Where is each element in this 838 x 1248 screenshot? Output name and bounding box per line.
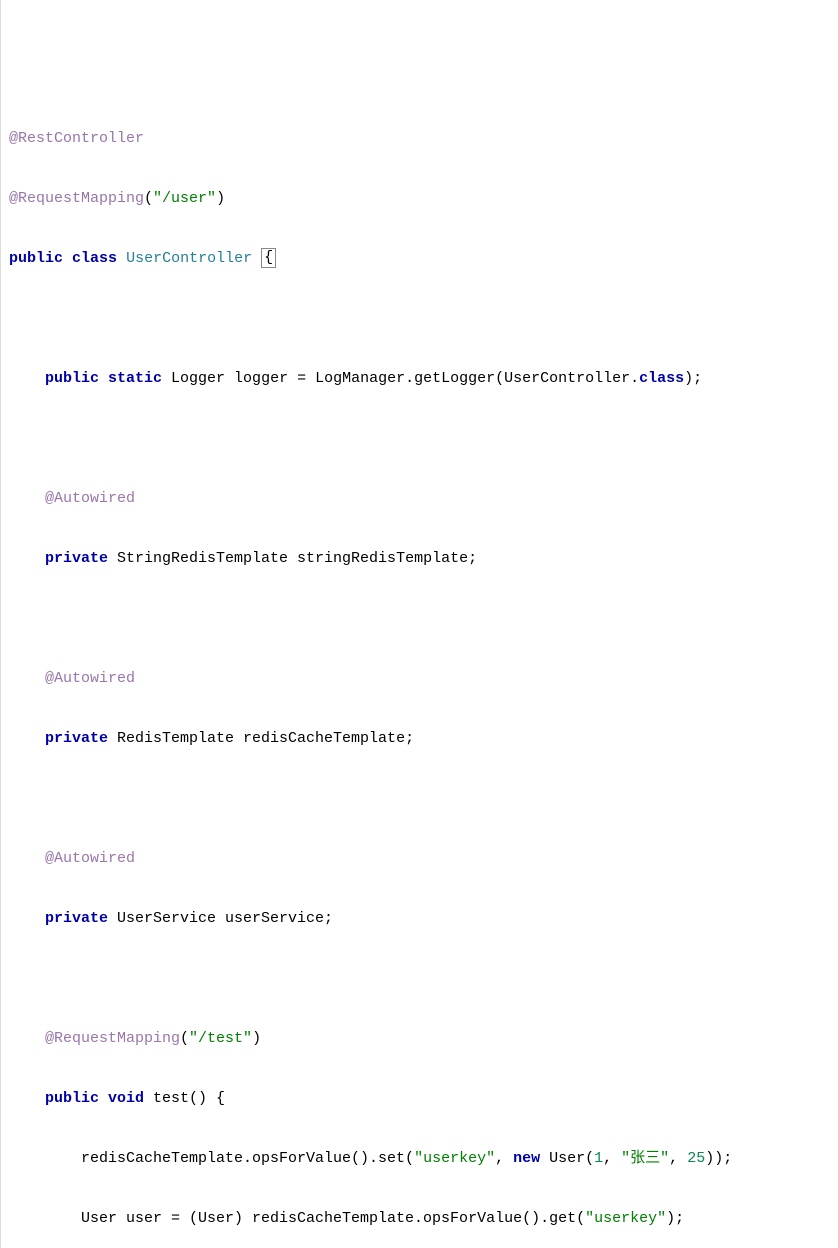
keyword-token: class — [72, 250, 117, 267]
code-token: redisCacheTemplate.opsForValue().set( — [81, 1150, 414, 1167]
code-token: ); — [666, 1210, 684, 1227]
code-block: @RestController @RequestMapping("/user")… — [9, 94, 830, 1248]
keyword-token: static — [108, 370, 162, 387]
code-line: private StringRedisTemplate stringRedisT… — [45, 544, 830, 574]
code-line: @RestController — [9, 124, 830, 154]
type-token: UserController — [126, 250, 252, 267]
code-line: redisCacheTemplate.opsForValue().set("us… — [81, 1144, 830, 1174]
string-token: "/test" — [189, 1030, 252, 1047]
annotation-token: @RequestMapping — [9, 190, 144, 207]
code-token: , — [495, 1150, 513, 1167]
code-line: @Autowired — [45, 664, 830, 694]
code-line: @Autowired — [45, 484, 830, 514]
code-token: User( — [540, 1150, 594, 1167]
string-token: "userkey" — [414, 1150, 495, 1167]
number-token: 25 — [687, 1150, 705, 1167]
annotation-token: @Autowired — [45, 490, 135, 507]
code-token: User user = (User) redisCacheTemplate.op… — [81, 1210, 585, 1227]
keyword-token: private — [45, 550, 108, 567]
string-token: "/user" — [153, 190, 216, 207]
code-token: UserService userService; — [108, 910, 333, 927]
keyword-token: private — [45, 730, 108, 747]
annotation-token: @RestController — [9, 130, 144, 147]
code-token: StringRedisTemplate stringRedisTemplate; — [108, 550, 477, 567]
blank-line — [9, 424, 830, 454]
code-token: Logger logger = LogManager.getLogger(Use… — [162, 370, 639, 387]
code-line: @RequestMapping("/user") — [9, 184, 830, 214]
string-token: "userkey" — [585, 1210, 666, 1227]
code-token: , — [603, 1150, 621, 1167]
keyword-token: public — [9, 250, 63, 267]
punct-token: ( — [144, 190, 153, 207]
keyword-token: new — [513, 1150, 540, 1167]
keyword-token: public — [45, 370, 99, 387]
punct-token: ( — [180, 1030, 189, 1047]
blank-line — [9, 604, 830, 634]
keyword-token: public — [45, 1090, 99, 1107]
code-line: User user = (User) redisCacheTemplate.op… — [81, 1204, 830, 1234]
string-token: "张三" — [621, 1150, 669, 1167]
blank-line — [9, 304, 830, 334]
annotation-token: @Autowired — [45, 850, 135, 867]
annotation-token: @Autowired — [45, 670, 135, 687]
keyword-token: class — [639, 370, 684, 387]
annotation-token: @RequestMapping — [45, 1030, 180, 1047]
blank-line — [9, 784, 830, 814]
code-line: public static Logger logger = LogManager… — [45, 364, 830, 394]
punct-token: ) — [252, 1030, 261, 1047]
brace-highlight: { — [261, 248, 276, 268]
code-line: private RedisTemplate redisCacheTemplate… — [45, 724, 830, 754]
keyword-token: private — [45, 910, 108, 927]
code-line: @Autowired — [45, 844, 830, 874]
code-token: , — [669, 1150, 687, 1167]
code-token: RedisTemplate redisCacheTemplate; — [108, 730, 414, 747]
keyword-token: void — [108, 1090, 144, 1107]
number-token: 1 — [594, 1150, 603, 1167]
code-line: public class UserController { — [9, 244, 830, 274]
code-line: private UserService userService; — [45, 904, 830, 934]
punct-token: ); — [684, 370, 702, 387]
code-line: public void test() { — [45, 1084, 830, 1114]
code-token: test() { — [144, 1090, 225, 1107]
punct-token: ) — [216, 190, 225, 207]
code-line: @RequestMapping("/test") — [45, 1024, 830, 1054]
blank-line — [9, 964, 830, 994]
code-token: )); — [705, 1150, 732, 1167]
